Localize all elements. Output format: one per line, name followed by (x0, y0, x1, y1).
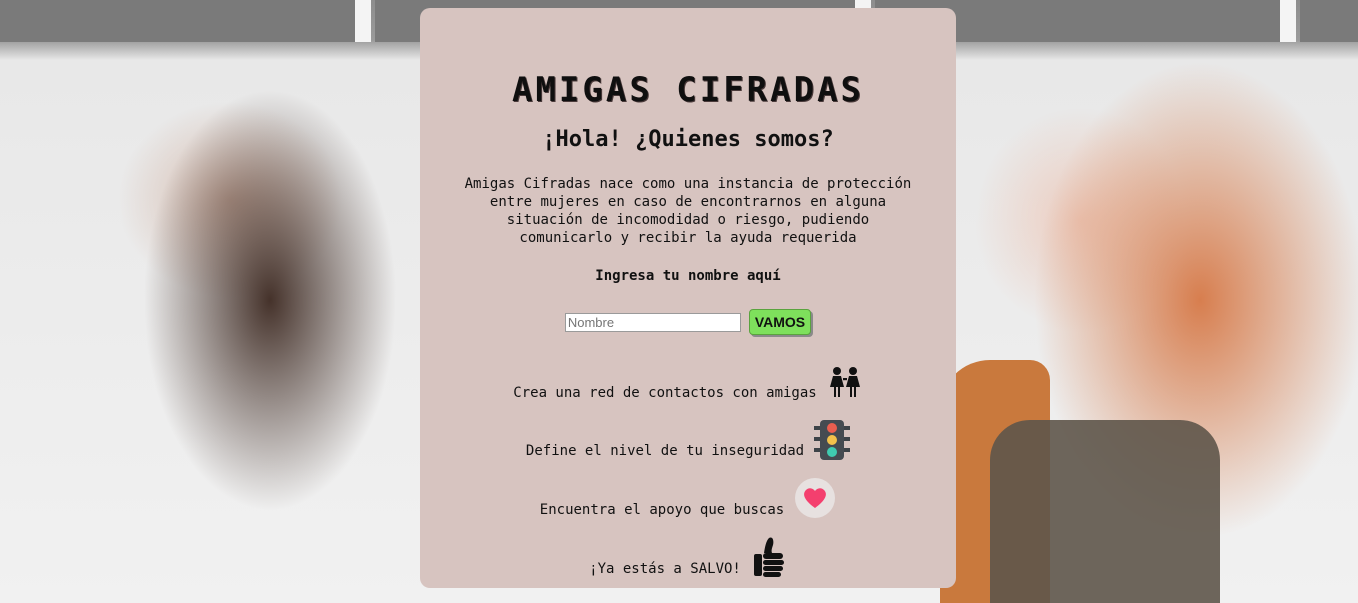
feature-text: Define el nivel de tu inseguridad (525, 443, 805, 459)
intro-text: Amigas Cifradas nace como una instancia … (464, 176, 912, 246)
app-logo: AMIGAS CIFRADAS (511, 70, 865, 110)
traffic-light-icon (814, 420, 851, 460)
welcome-card: AMIGAS CIFRADAS ¡Hola! ¿Quienes somos? A… (420, 8, 956, 588)
feature-contacts: Crea una red de contactos con amigas (420, 356, 956, 402)
feature-support: Encuentra el apoyo que buscas (420, 473, 956, 519)
feature-text: Encuentra el apoyo que buscas (539, 502, 785, 518)
name-prompt: Ingresa tu nombre aquí (595, 268, 781, 284)
name-form: VAMOS (420, 308, 956, 336)
page-heading: ¡Hola! ¿Quienes somos? (542, 127, 834, 152)
background-shirt (990, 420, 1220, 603)
name-input[interactable] (564, 312, 741, 332)
heart-icon (794, 477, 836, 519)
feature-safe: ¡Ya estás a SALVO! (420, 532, 956, 578)
feature-text: ¡Ya estás a SALVO! (589, 561, 741, 577)
background-window (0, 0, 371, 42)
background-window (1300, 0, 1358, 42)
feature-text: Crea una red de contactos con amigas (513, 385, 817, 401)
feature-insecurity-level: Define el nivel de tu inseguridad (420, 414, 956, 460)
vamos-button[interactable]: VAMOS (748, 309, 812, 335)
friends-icon (827, 362, 863, 402)
thumbs-up-icon (751, 537, 787, 578)
